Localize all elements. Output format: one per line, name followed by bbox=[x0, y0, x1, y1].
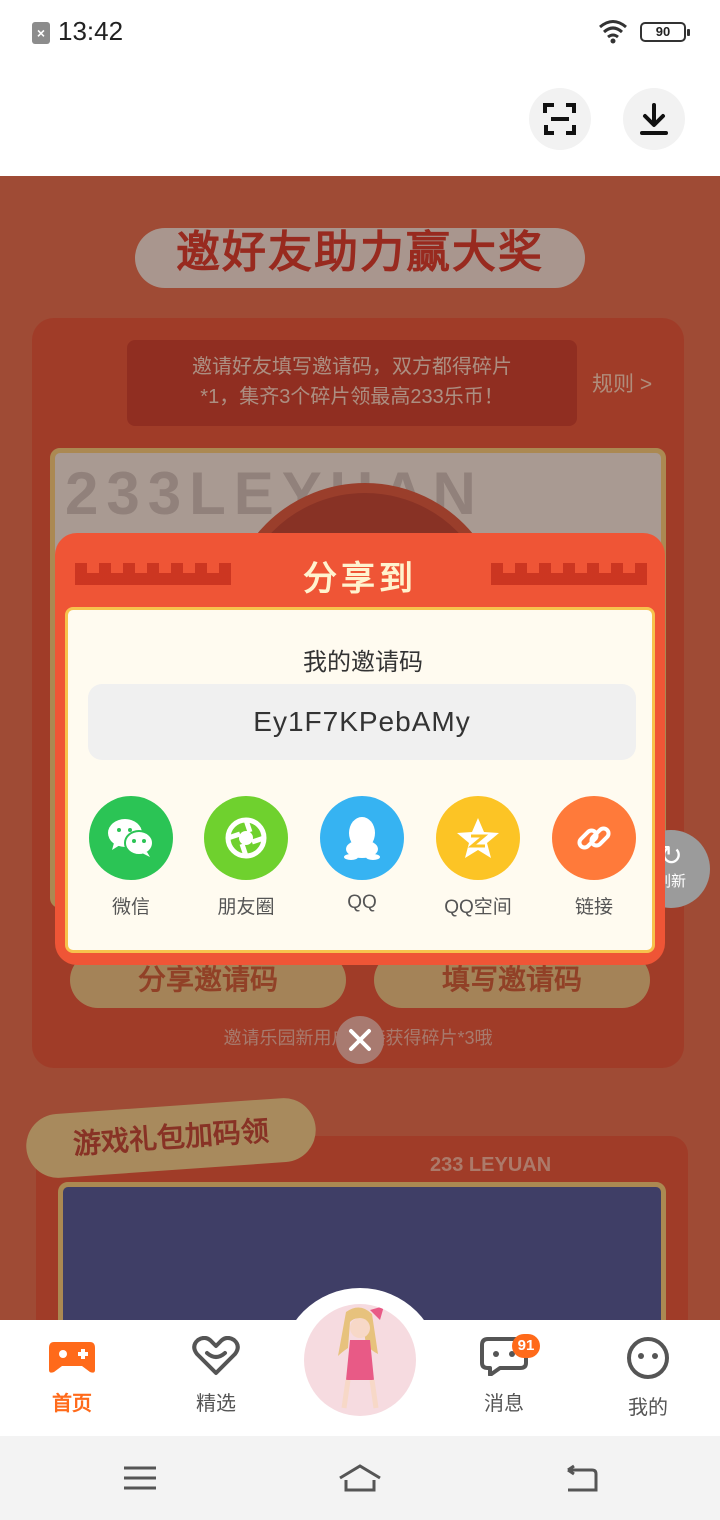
battery-indicator: 90 bbox=[640, 22, 690, 42]
download-button[interactable] bbox=[623, 88, 685, 150]
dialog-title: 分享到 bbox=[303, 560, 417, 598]
dialog-body: 我的邀请码 Ey1F7KPebAMy 微信 朋友圈 QQ QQ空间 链接 bbox=[65, 607, 655, 953]
share-qzone[interactable]: QQ空间 bbox=[433, 796, 523, 919]
share-wechat-label: 微信 bbox=[111, 897, 150, 918]
scan-icon bbox=[543, 103, 576, 135]
nav-home[interactable]: 首页 bbox=[27, 1336, 117, 1416]
avatar[interactable] bbox=[304, 1304, 416, 1416]
no-sim-icon: × bbox=[32, 22, 50, 44]
status-time: 13:42 bbox=[58, 16, 124, 46]
menu-icon[interactable] bbox=[118, 1456, 162, 1500]
system-nav-bar bbox=[0, 1436, 720, 1520]
invite-code-label: 我的邀请码 bbox=[303, 649, 423, 676]
share-link[interactable]: 链接 bbox=[549, 796, 639, 919]
profile-icon bbox=[627, 1337, 669, 1379]
nav-home-label: 首页 bbox=[52, 1393, 92, 1415]
download-icon bbox=[640, 103, 668, 135]
share-dialog: 分享到 我的邀请码 Ey1F7KPebAMy 微信 朋友圈 QQ QQ空间 链接 bbox=[55, 533, 665, 965]
moments-icon bbox=[204, 796, 288, 880]
share-link-label: 链接 bbox=[574, 897, 613, 918]
nav-featured[interactable]: 精选 bbox=[171, 1335, 261, 1416]
close-icon bbox=[349, 1029, 371, 1051]
qq-icon bbox=[320, 796, 404, 880]
nav-featured-label: 精选 bbox=[196, 1393, 236, 1415]
nav-profile[interactable]: 我的 bbox=[603, 1336, 693, 1420]
share-qzone-label: QQ空间 bbox=[444, 897, 512, 918]
share-qq[interactable]: QQ bbox=[317, 796, 407, 914]
wechat-icon bbox=[89, 796, 173, 880]
invite-code-box[interactable]: Ey1F7KPebAMy bbox=[88, 684, 636, 760]
featured-heart-icon bbox=[192, 1335, 240, 1375]
top-toolbar bbox=[0, 66, 720, 176]
scan-button[interactable] bbox=[529, 88, 591, 150]
nav-messages-label: 消息 bbox=[484, 1393, 524, 1415]
wifi-icon bbox=[599, 20, 627, 44]
nav-profile-label: 我的 bbox=[628, 1397, 668, 1419]
message-badge: 91 bbox=[512, 1334, 540, 1358]
home-icon[interactable] bbox=[338, 1456, 382, 1500]
link-icon bbox=[552, 796, 636, 880]
status-bar: × 13:42 90 bbox=[0, 0, 720, 66]
share-qq-label: QQ bbox=[347, 892, 377, 913]
home-gamepad-icon bbox=[49, 1342, 95, 1373]
character-avatar-icon bbox=[338, 1306, 384, 1409]
share-wechat[interactable]: 微信 bbox=[86, 796, 176, 919]
share-moments[interactable]: 朋友圈 bbox=[201, 796, 291, 919]
qzone-icon bbox=[436, 796, 520, 880]
close-dialog-button[interactable] bbox=[336, 1016, 384, 1064]
share-moments-label: 朋友圈 bbox=[217, 897, 275, 918]
back-icon[interactable] bbox=[558, 1456, 602, 1500]
